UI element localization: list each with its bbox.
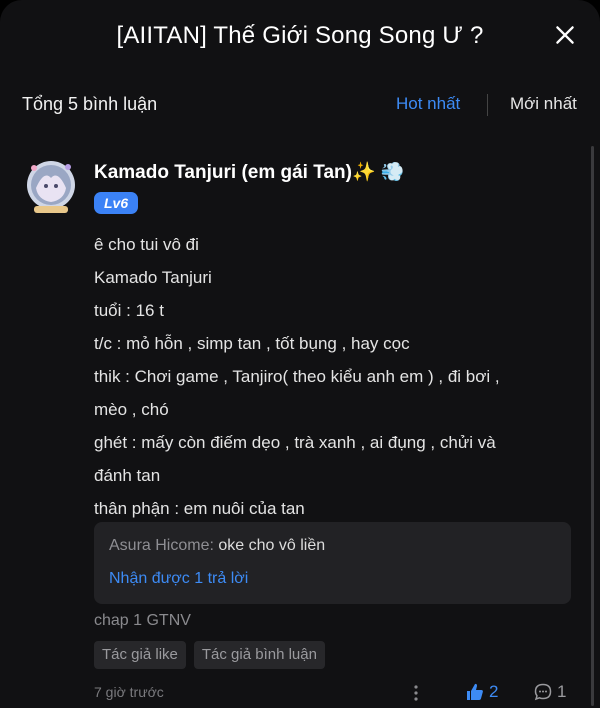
level-badge: Lv6	[94, 192, 139, 214]
thumbs-up-icon	[467, 683, 483, 700]
dash-icon: 💨	[380, 162, 405, 183]
comment-sheet: [AIITAN] Thế Giới Song Song Ư ? Tổng 5 b…	[0, 0, 600, 708]
like-button[interactable]: 2	[465, 682, 498, 702]
reply-user-name[interactable]: Asura Hicome	[109, 537, 209, 554]
comment-line: Kamado Tanjuri	[94, 268, 212, 287]
reply-preview-text: Asura Hicome: oke cho vô liền	[109, 537, 326, 554]
sort-divider	[487, 94, 488, 116]
reply-button[interactable]: 1	[533, 682, 566, 702]
tag-author-commented: Tác giả bình luận	[193, 641, 325, 669]
comment-line: đánh tan	[94, 466, 161, 485]
view-replies-link[interactable]: Nhận được 1 trả lời	[109, 570, 248, 588]
sheet-title: [AIITAN] Thế Giới Song Song Ư ?	[116, 22, 484, 49]
reply-preview[interactable]: Asura Hicome: oke cho vô liền Nhận được …	[94, 522, 571, 604]
username-text: Kamado Tanjuri (em gái Tan)	[94, 162, 352, 183]
comment-line: thân phận : em nuôi của tan	[94, 499, 305, 518]
comment-count: Tổng 5 bình luận	[22, 93, 158, 114]
like-count: 2	[489, 682, 499, 701]
close-icon[interactable]	[552, 22, 578, 48]
avatar[interactable]	[24, 158, 78, 216]
comment-line: mèo , chó	[94, 400, 169, 419]
comment-username[interactable]: Kamado Tanjuri (em gái Tan)✨ 💨	[94, 160, 405, 184]
reply-text: oke cho vô liền	[213, 537, 326, 554]
comment-extra-text: chap 1 GTNV	[94, 612, 191, 629]
comment-line: tuổi : 16 t	[94, 301, 164, 320]
sort-bar: Tổng 5 bình luận Hot nhất Mới nhất	[0, 80, 600, 128]
comment-bubble-icon	[534, 683, 552, 701]
scrollbar[interactable]	[591, 146, 594, 706]
comment-line: t/c : mỏ hỗn , simp tan , tốt bụng , hay…	[94, 334, 410, 353]
comment-line: ghét : mấy còn điếm dẹo , trà xanh , ai …	[94, 433, 496, 452]
author-tags: Tác giả like Tác giả bình luận	[94, 641, 325, 669]
comment-time: 7 giờ trước	[94, 684, 164, 700]
comment-line: thik : Chơi game , Tanjiro( theo kiểu an…	[94, 367, 500, 386]
reply-count: 1	[557, 682, 567, 701]
comment-meta: 7 giờ trước 2 1	[94, 682, 574, 704]
sort-new-tab[interactable]: Mới nhất	[510, 94, 577, 114]
comment-line: ê cho tui vô đi	[94, 235, 199, 254]
sheet-header: [AIITAN] Thế Giới Song Song Ư ?	[0, 0, 600, 72]
tag-author-like: Tác giả like	[94, 641, 186, 669]
sort-hot-tab[interactable]: Hot nhất	[396, 94, 460, 114]
comment-body: ê cho tui vô đi Kamado Tanjuri tuổi : 16…	[94, 228, 584, 525]
more-options-icon[interactable]	[408, 682, 424, 704]
sparkle-icon: ✨	[351, 162, 376, 183]
